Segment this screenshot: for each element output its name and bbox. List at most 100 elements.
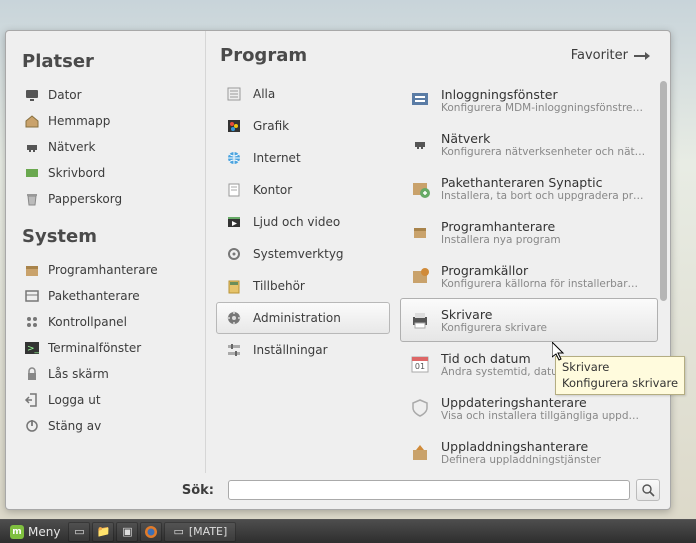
system-item-label: Terminalfönster [48,341,141,355]
power-icon [24,418,40,434]
places-item-hemmapp[interactable]: Hemmapp [20,108,197,134]
show-desktop-button[interactable]: ▭ [68,522,90,542]
taskbar-menu-label: Meny [28,525,60,539]
category-label: Administration [253,311,341,325]
search-row: Sök: [6,473,670,509]
places-system-pane: Platser Dator Hemmapp Nätverk Skrivbord Papp… [6,31,206,473]
system-item-terminalfönster[interactable]: >_Terminalfönster [20,335,197,361]
category-inställningar[interactable]: Inställningar [216,334,390,366]
search-icon [642,484,655,497]
system-item-lås-skärm[interactable]: Lås skärm [20,361,197,387]
home-icon [24,113,40,129]
search-input[interactable] [228,480,630,500]
network-icon [409,133,431,155]
category-tillbehör[interactable]: Tillbehör [216,270,390,302]
taskbar: m Meny ▭ 📁 ▣ ▭ [MATE] [0,519,696,543]
terminal-launcher-button[interactable]: ▣ [116,522,138,542]
system-heading: System [22,226,197,247]
places-item-papperskorg[interactable]: Papperskorg [20,186,197,212]
applications-columns: Alla GrafikInternet Kontor Ljud och videoSy… [216,74,670,473]
box-icon [24,288,40,304]
firefox-icon [144,525,158,539]
app-inloggningsf-nster[interactable]: InloggningsfönsterKonfigurera MDM-inlogg… [400,78,658,122]
places-item-nätverk[interactable]: Nätverk [20,134,197,160]
category-kontor[interactable]: Kontor [216,174,390,206]
app-name: Skrivare [441,307,649,322]
system-item-programhanterare[interactable]: Programhanterare [20,257,197,283]
favorites-label: Favoriter [571,48,628,63]
desktop-icon [24,165,40,181]
tools-icon [225,245,243,263]
system-item-label: Pakethanterare [48,289,140,303]
app-desc: Konfigurera MDM-inloggningsfönstre… [441,102,649,114]
system-item-label: Lås skärm [48,367,109,381]
internet-icon [225,149,243,167]
category-label: Alla [253,87,275,101]
places-item-skrivbord[interactable]: Skrivbord [20,160,197,186]
system-item-pakethanterare[interactable]: Pakethanterare [20,283,197,309]
app-name: Uppdateringshanterare [441,395,649,410]
firefox-launcher-button[interactable] [140,522,162,542]
app-uppladdningshanterare[interactable]: UppladdningshanterareDefinera uppladdnin… [400,430,658,473]
app-desc: Visa och installera tillgängliga uppd… [441,410,649,422]
category-grafik[interactable]: Grafik [216,110,390,142]
category-label: Tillbehör [253,279,305,293]
app-desc: Installera nya program [441,234,649,246]
network-icon [24,139,40,155]
places-heading: Platser [22,51,197,72]
synaptic-icon [409,177,431,199]
category-label: Kontor [253,183,292,197]
system-item-stäng-av[interactable]: Stäng av [20,413,197,439]
taskbar-task-label: [MATE] [189,525,227,538]
trash-icon [24,191,40,207]
system-item-kontrollpanel[interactable]: Kontrollpanel [20,309,197,335]
control-icon [24,314,40,330]
system-item-label: Programhanterare [48,263,158,277]
category-column: Alla GrafikInternet Kontor Ljud och videoSy… [216,74,396,473]
lock-icon [24,366,40,382]
logout-icon [24,392,40,408]
desktop-icon: ▭ [74,525,84,538]
app-skrivare[interactable]: SkrivareKonfigurera skrivare [400,298,658,342]
system-item-label: Kontrollpanel [48,315,127,329]
app-programk-llor[interactable]: ProgramkällorKonfigurera källorna för in… [400,254,658,298]
app-n-tverk[interactable]: NätverkKonfigurera nätverksenheter och n… [400,122,658,166]
places-item-dator[interactable]: Dator [20,82,197,108]
app-name: Pakethanteraren Synaptic [441,175,649,190]
graphics-icon [225,117,243,135]
category-ljud-och-video[interactable]: Ljud och video [216,206,390,238]
all-icon [225,85,243,103]
places-item-label: Skrivbord [48,166,105,180]
tooltip-desc: Konfigurera skrivare [562,376,678,392]
scrollbar-thumb[interactable] [660,81,667,301]
category-alla[interactable]: Alla [216,78,390,110]
window-icon: ▭ [173,525,183,538]
places-item-label: Papperskorg [48,192,122,206]
applications-header: Program Favoriter [216,45,670,74]
app-name: Nätverk [441,131,649,146]
favorites-button[interactable]: Favoriter [571,48,650,63]
search-button[interactable] [636,479,660,501]
category-label: Inställningar [253,343,328,357]
app-name: Programhanterare [441,219,649,234]
system-item-logga-ut[interactable]: Logga ut [20,387,197,413]
category-internet[interactable]: Internet [216,142,390,174]
places-item-label: Dator [48,88,82,102]
app-programhanterare[interactable]: ProgramhanterareInstallera nya program [400,210,658,254]
application-column: InloggningsfönsterKonfigurera MDM-inlogg… [396,74,670,473]
taskbar-task-mate[interactable]: ▭ [MATE] [164,522,236,542]
app-name: Programkällor [441,263,649,278]
monitor-icon [24,87,40,103]
mint-logo-icon: m [10,525,24,539]
category-administration[interactable]: Administration [216,302,390,334]
app-pakethanteraren-synaptic[interactable]: Pakethanteraren SynapticInstallera, ta b… [400,166,658,210]
category-systemverktyg[interactable]: Systemverktyg [216,238,390,270]
app-desc: Konfigurera källorna för installerbar… [441,278,649,290]
media-icon [225,213,243,231]
taskbar-menu-button[interactable]: m Meny [4,522,66,542]
svg-text:01: 01 [415,362,425,371]
places-item-label: Hemmapp [48,114,110,128]
app-desc: Konfigurera skrivare [441,322,649,334]
file-manager-button[interactable]: 📁 [92,522,114,542]
tooltip-title: Skrivare [562,360,678,376]
